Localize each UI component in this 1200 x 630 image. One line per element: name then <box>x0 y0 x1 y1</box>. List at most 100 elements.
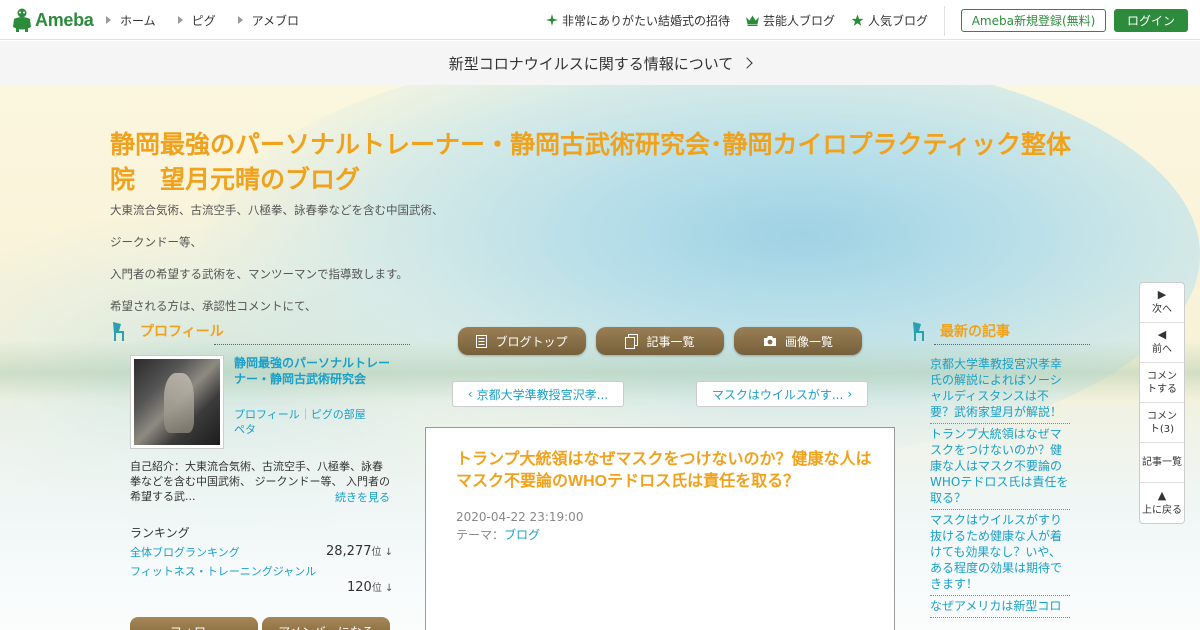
link-wedding-invite[interactable]: 非常にありがたい結婚式の招待 <box>545 12 730 29</box>
article-theme: テーマ：ブログ <box>456 526 540 543</box>
blog-description-line: ジークンドー等、 <box>110 235 202 249</box>
comment-button[interactable]: コメントする <box>1140 363 1184 403</box>
profile-photo-image <box>134 359 220 445</box>
article-theme-label: テーマ： <box>456 528 505 542</box>
next-article-link[interactable]: マスクはウイルスがす... › <box>696 381 868 407</box>
blog-description-line: 入門者の希望する武術を、マンツーマンで指導致します。 <box>110 267 408 281</box>
tab-article-list[interactable]: 記事一覧 <box>596 327 724 355</box>
back-to-top-button[interactable]: ▲ 上に戻る <box>1140 483 1184 523</box>
tab-image-list[interactable]: 画像一覧 <box>734 327 862 355</box>
article-theme-link[interactable]: ブログ <box>504 528 540 542</box>
ranking-genre-value: 120位 ↓ <box>347 579 393 595</box>
comment-label: コメントする <box>1147 370 1177 395</box>
next-article-title: マスクはウイルスがす... <box>711 387 844 402</box>
ameba-logo-text: Ameba <box>35 9 94 30</box>
nav-pigg[interactable]: ピグ <box>177 12 216 29</box>
chevron-right-icon: › <box>847 387 853 401</box>
article-title[interactable]: トランプ大統領はなぜマスクをつけないのか？健康な人はマスク不要論のWHOテドロス… <box>456 449 876 493</box>
chevron-left-icon: ‹ <box>467 387 473 401</box>
article-date: 2020-04-22 23:19:00 <box>456 510 584 524</box>
comments-count-button[interactable]: コメント(3) <box>1140 403 1184 443</box>
pigg-room-link[interactable]: ピグの部屋 <box>311 408 366 421</box>
arrow-up-icon: ▲ <box>1157 488 1167 502</box>
ranking-genre-number: 120 <box>347 580 372 595</box>
link-popular-blog[interactable]: 人気ブログ <box>851 12 928 29</box>
ranking-title: ランキング <box>130 526 190 540</box>
read-more-link[interactable]: 続きを見る <box>335 489 390 505</box>
blog-description: 大東流合気術、古流空手、八極拳、詠春拳などを含む中国武術、 ジークンドー等、 入… <box>110 202 710 330</box>
recent-article-item[interactable]: トランプ大統領はなぜマスクをつけないのか？健康な人はマスク不要論のWHOテドロス… <box>930 424 1070 510</box>
reverse-play-icon: ◀ <box>1157 328 1167 341</box>
register-button[interactable]: Ameba新規登録(無料) <box>961 9 1106 32</box>
blog-description-line: 希望される方は、承認性コメントにて、 <box>110 299 317 313</box>
recent-article-item[interactable]: マスクはウイルスがすり抜けるため健康な人が着けても効果なし？いや、ある程度の効果… <box>930 510 1070 596</box>
link-popular-blog-label: 人気ブログ <box>867 13 928 28</box>
nav-home-label: ホーム <box>120 13 156 28</box>
tab-image-list-label: 画像一覧 <box>784 334 833 349</box>
ranking-genre-unit: 位 ↓ <box>371 583 394 594</box>
amember-button[interactable]: アメンバーになる <box>262 617 390 630</box>
link-wedding-invite-label: 非常にありがたい結婚式の招待 <box>561 13 730 28</box>
follow-button[interactable]: フォロー <box>130 617 258 630</box>
prev-article-title: 京都大学準教授宮沢孝... <box>476 387 609 402</box>
profile-links: プロフィール｜ピグの部屋 ペタ <box>234 407 394 437</box>
triangle-right-icon <box>237 16 243 24</box>
profile-photo[interactable] <box>130 355 224 449</box>
camera-icon <box>763 336 776 346</box>
nav-ameblo[interactable]: アメブロ <box>237 12 300 29</box>
link-celebrity-blog[interactable]: 芸能人ブログ <box>745 12 835 29</box>
ranking-overall-value: 28,277位 ↓ <box>326 543 393 559</box>
nav-ameblo-label: アメブロ <box>251 13 300 28</box>
ranking-overall-unit: 位 ↓ <box>371 547 394 558</box>
recent-articles-heading: 最新の記事 <box>910 320 1090 345</box>
tab-blog-top-label: ブログトップ <box>495 334 568 349</box>
peta-link[interactable]: ペタ <box>234 423 256 436</box>
chair-icon <box>113 322 124 341</box>
chair-icon <box>913 322 924 341</box>
heading-underline <box>214 344 410 345</box>
blog-description-line: 大東流合気術、古流空手、八極拳、詠春拳などを含む中国武術、 <box>110 203 444 217</box>
global-header: Ameba ホーム ピグ アメブロ 非常にありがたい結婚式の招待 芸能人ブログ … <box>0 0 1200 40</box>
profile-name-link[interactable]: 静岡最強のパーソナルトレーナー・静岡古武術研究会 <box>234 355 394 387</box>
covid-notice-banner[interactable]: 新型コロナウイルスに関する情報について <box>0 41 1200 85</box>
chevron-right-icon <box>741 57 753 69</box>
link-celebrity-blog-label: 芸能人ブログ <box>762 13 835 28</box>
play-icon: ▶ <box>1157 288 1167 301</box>
top-links: 非常にありがたい結婚式の招待 芸能人ブログ 人気ブログ <box>530 0 928 40</box>
recent-article-item[interactable]: なぜアメリカは新型コロ <box>930 596 1070 618</box>
next-button[interactable]: ▶ 次へ <box>1140 283 1184 323</box>
document-icon <box>476 334 488 348</box>
crown-icon <box>745 15 759 26</box>
back-to-top-label: 上に戻る <box>1142 504 1182 516</box>
prev-article-link[interactable]: ‹ 京都大学準教授宮沢孝... <box>452 381 624 407</box>
blog-title[interactable]: 静岡最強のパーソナルトレーナー・静岡古武術研究会･静岡カイロプラクティック整体院… <box>110 128 1080 198</box>
ameba-logo[interactable]: Ameba <box>12 8 94 32</box>
profile-heading: プロフィール <box>110 320 410 345</box>
nav-pigg-label: ピグ <box>191 13 216 28</box>
nav-home[interactable]: ホーム <box>106 12 156 29</box>
article-list-button[interactable]: 記事一覧 <box>1140 443 1184 483</box>
recent-article-item[interactable]: 京都大学準教授宮沢孝幸氏の解説によればソーシャルディスタンスは不要？武術家望月が… <box>930 354 1070 424</box>
article-list-label: 記事一覧 <box>1142 457 1182 468</box>
heading-underline <box>934 344 1090 345</box>
sparkle-icon <box>545 14 558 26</box>
global-nav: ホーム ピグ アメブロ <box>106 0 321 40</box>
copy-icon <box>625 333 639 349</box>
profile-heading-text: プロフィール <box>140 323 224 339</box>
prev-button[interactable]: ◀ 前へ <box>1140 323 1184 363</box>
ameba-logo-icon <box>13 8 31 32</box>
profile-link[interactable]: プロフィール <box>234 408 300 421</box>
triangle-right-icon <box>106 16 111 24</box>
recent-articles-list: 京都大学準教授宮沢孝幸氏の解説によればソーシャルディスタンスは不要？武術家望月が… <box>930 354 1070 618</box>
covid-notice-text: 新型コロナウイルスに関する情報について <box>448 54 734 73</box>
article-card: トランプ大統領はなぜマスクをつけないのか？健康な人はマスク不要論のWHOテドロス… <box>425 427 895 630</box>
ranking-genre-link[interactable]: フィットネス・トレーニングジャンル <box>130 563 390 579</box>
prev-label: 前へ <box>1152 344 1172 355</box>
login-button[interactable]: ログイン <box>1114 9 1188 32</box>
next-label: 次へ <box>1152 304 1172 315</box>
ranking-overall-number: 28,277 <box>326 544 372 559</box>
comments-count-label: コメント(3) <box>1147 410 1177 435</box>
separator: ｜ <box>299 408 311 421</box>
floating-nav: ▶ 次へ ◀ 前へ コメントする コメント(3) 記事一覧 ▲ 上に戻る <box>1139 282 1185 524</box>
tab-blog-top[interactable]: ブログトップ <box>458 327 586 355</box>
